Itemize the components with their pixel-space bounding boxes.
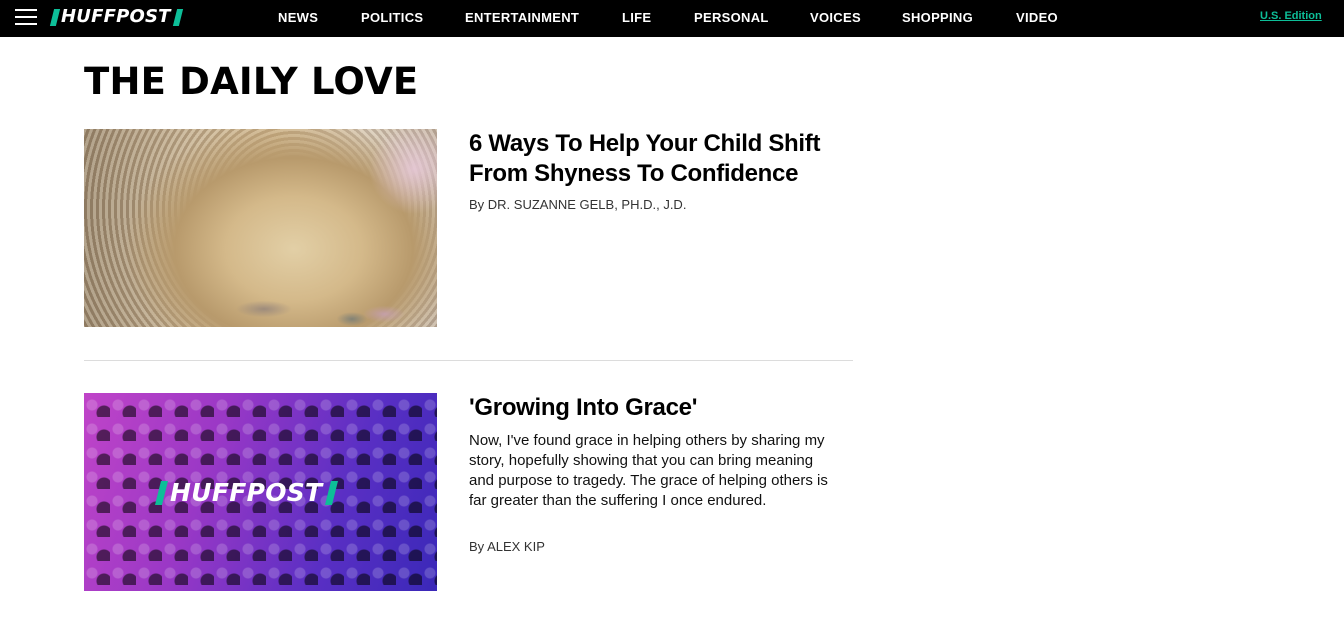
nav-item-video[interactable]: VIDEO (1016, 11, 1058, 25)
huffpost-logo[interactable]: HUFFPOST (49, 6, 183, 27)
image-logo-text: HUFFPOST (170, 478, 323, 507)
top-navigation-bar: HUFFPOST NEWS POLITICS ENTERTAINMENT LIF… (0, 0, 1344, 37)
article-headline[interactable]: 6 Ways To Help Your Child Shift From Shy… (469, 129, 849, 189)
edition-selector-link[interactable]: U.S. Edition (1260, 10, 1322, 22)
article-divider (84, 360, 853, 361)
article-byline[interactable]: By ALEX KIP (469, 539, 545, 555)
page-title: THE DAILY LOVE (84, 60, 419, 103)
image-logo-bar-left (155, 481, 168, 505)
nav-item-politics[interactable]: POLITICS (361, 11, 423, 25)
nav-item-news[interactable]: NEWS (278, 11, 318, 25)
article-headline[interactable]: 'Growing Into Grace' (469, 393, 849, 423)
logo-text: HUFFPOST (61, 6, 171, 27)
article-byline[interactable]: By DR. SUZANNE GELB, PH.D., J.D. (469, 197, 686, 213)
article-image-huffpost-placeholder[interactable]: HUFFPOST (84, 393, 437, 591)
nav-item-personal[interactable]: PERSONAL (694, 11, 769, 25)
logo-bar-left (49, 8, 61, 26)
nav-item-life[interactable]: LIFE (622, 11, 651, 25)
nav-item-voices[interactable]: VOICES (810, 11, 861, 25)
logo-bar-right (172, 8, 183, 26)
image-huffpost-logo: HUFFPOST (155, 478, 339, 507)
nav-item-shopping[interactable]: SHOPPING (902, 11, 973, 25)
image-logo-bar-right (325, 481, 339, 505)
hamburger-menu-icon[interactable] (15, 9, 37, 25)
article-description: Now, I've found grace in helping others … (469, 432, 828, 509)
article-image-child[interactable] (84, 129, 437, 327)
nav-item-entertainment[interactable]: ENTERTAINMENT (465, 11, 579, 25)
